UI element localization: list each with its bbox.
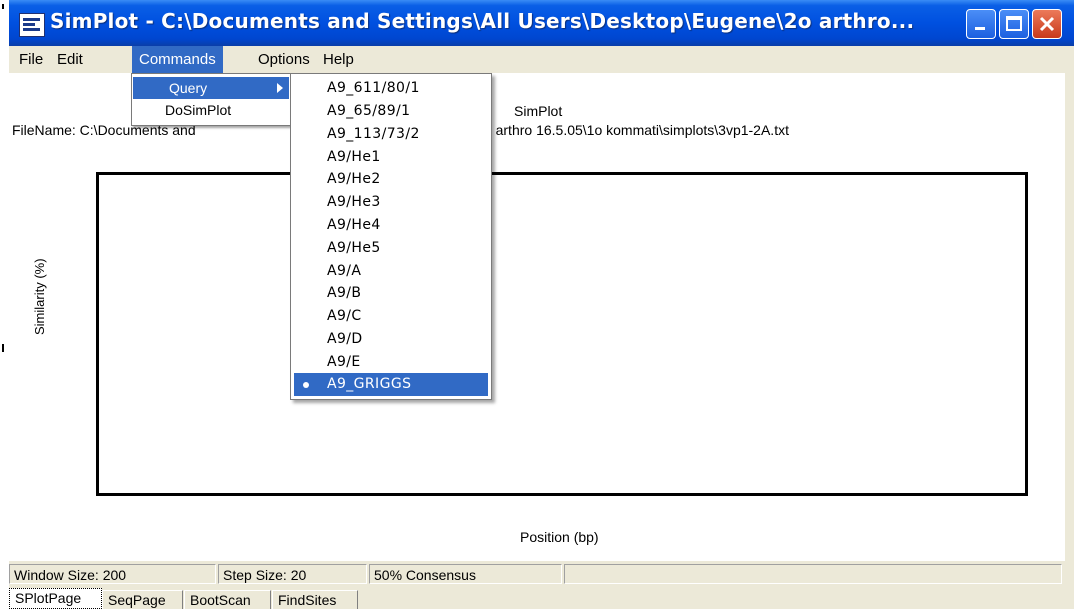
query-item[interactable]: A9/B bbox=[294, 282, 488, 305]
app-icon[interactable] bbox=[19, 13, 45, 37]
query-item[interactable]: A9/He4 bbox=[294, 214, 488, 237]
menu-options[interactable]: Options bbox=[251, 46, 317, 73]
menu-file[interactable]: File bbox=[12, 46, 50, 73]
status-bar: Window Size: 200 Step Size: 20 50% Conse… bbox=[9, 564, 1065, 586]
minimize-button[interactable] bbox=[966, 9, 996, 39]
menu-item-query[interactable]: Query bbox=[133, 77, 289, 99]
tab-splotpage[interactable]: SPlotPage bbox=[9, 588, 102, 609]
menu-item-dosimplot-label: DoSimPlot bbox=[165, 102, 232, 118]
query-submenu: A9_611/80/1 A9_65/89/1 A9_113/73/2 A9/He… bbox=[290, 73, 492, 400]
menu-edit[interactable]: Edit bbox=[50, 46, 90, 73]
maximize-button[interactable] bbox=[999, 9, 1029, 39]
query-item[interactable]: A9/He3 bbox=[294, 191, 488, 214]
query-item[interactable]: A9/He5 bbox=[294, 237, 488, 260]
commands-dropdown: Query DoSimPlot bbox=[131, 73, 291, 126]
page-tabs: SPlotPage SeqPage BootScan FindSites bbox=[9, 586, 1065, 609]
menu-item-query-label: Query bbox=[169, 80, 208, 96]
tab-seqpage[interactable]: SeqPage bbox=[102, 590, 183, 609]
status-consensus: 50% Consensus bbox=[369, 564, 562, 584]
menu-bar: File Edit Commands Options Help bbox=[9, 46, 1074, 73]
tab-findsites[interactable]: FindSites bbox=[272, 590, 358, 609]
maximize-icon bbox=[1006, 16, 1022, 31]
query-item[interactable]: A9/A bbox=[294, 260, 488, 283]
query-item[interactable]: A9_65/89/1 bbox=[294, 100, 488, 123]
close-button[interactable] bbox=[1032, 9, 1062, 39]
y-axis-label: Similarity (%) bbox=[32, 258, 47, 335]
window-title: SimPlot - C:\Documents and Settings\All … bbox=[50, 9, 915, 33]
title-bar[interactable]: SimPlot - C:\Documents and Settings\All … bbox=[9, 0, 1074, 46]
query-item[interactable]: A9/He1 bbox=[294, 146, 488, 169]
query-item[interactable]: A9/D bbox=[294, 328, 488, 351]
status-empty bbox=[564, 564, 1062, 584]
query-item[interactable]: A9/He2 bbox=[294, 168, 488, 191]
minimize-icon bbox=[975, 27, 985, 30]
x-axis-label: Position (bp) bbox=[520, 529, 599, 545]
query-item-selected-label: A9_GRIGGS bbox=[327, 376, 412, 392]
menu-commands[interactable]: Commands bbox=[132, 46, 223, 73]
close-icon bbox=[1039, 16, 1055, 32]
tab-bootscan[interactable]: BootScan bbox=[184, 590, 271, 609]
selected-bullet-icon bbox=[303, 382, 309, 388]
query-item[interactable]: A9_611/80/1 bbox=[294, 77, 488, 100]
query-item[interactable]: A9/C bbox=[294, 305, 488, 328]
right-arrow-icon bbox=[277, 83, 283, 93]
plot-title: SimPlot bbox=[514, 103, 563, 119]
query-item[interactable]: A9_113/73/2 bbox=[294, 123, 488, 146]
status-window-size: Window Size: 200 bbox=[9, 564, 216, 584]
status-step-size: Step Size: 20 bbox=[218, 564, 367, 584]
query-item-selected[interactable]: A9_GRIGGS bbox=[294, 373, 488, 396]
desktop-left-edge bbox=[0, 0, 9, 609]
plot-frame bbox=[96, 172, 1028, 496]
query-item[interactable]: A9/E bbox=[294, 351, 488, 374]
menu-item-dosimplot[interactable]: DoSimPlot bbox=[133, 99, 289, 121]
menu-help[interactable]: Help bbox=[316, 46, 361, 73]
